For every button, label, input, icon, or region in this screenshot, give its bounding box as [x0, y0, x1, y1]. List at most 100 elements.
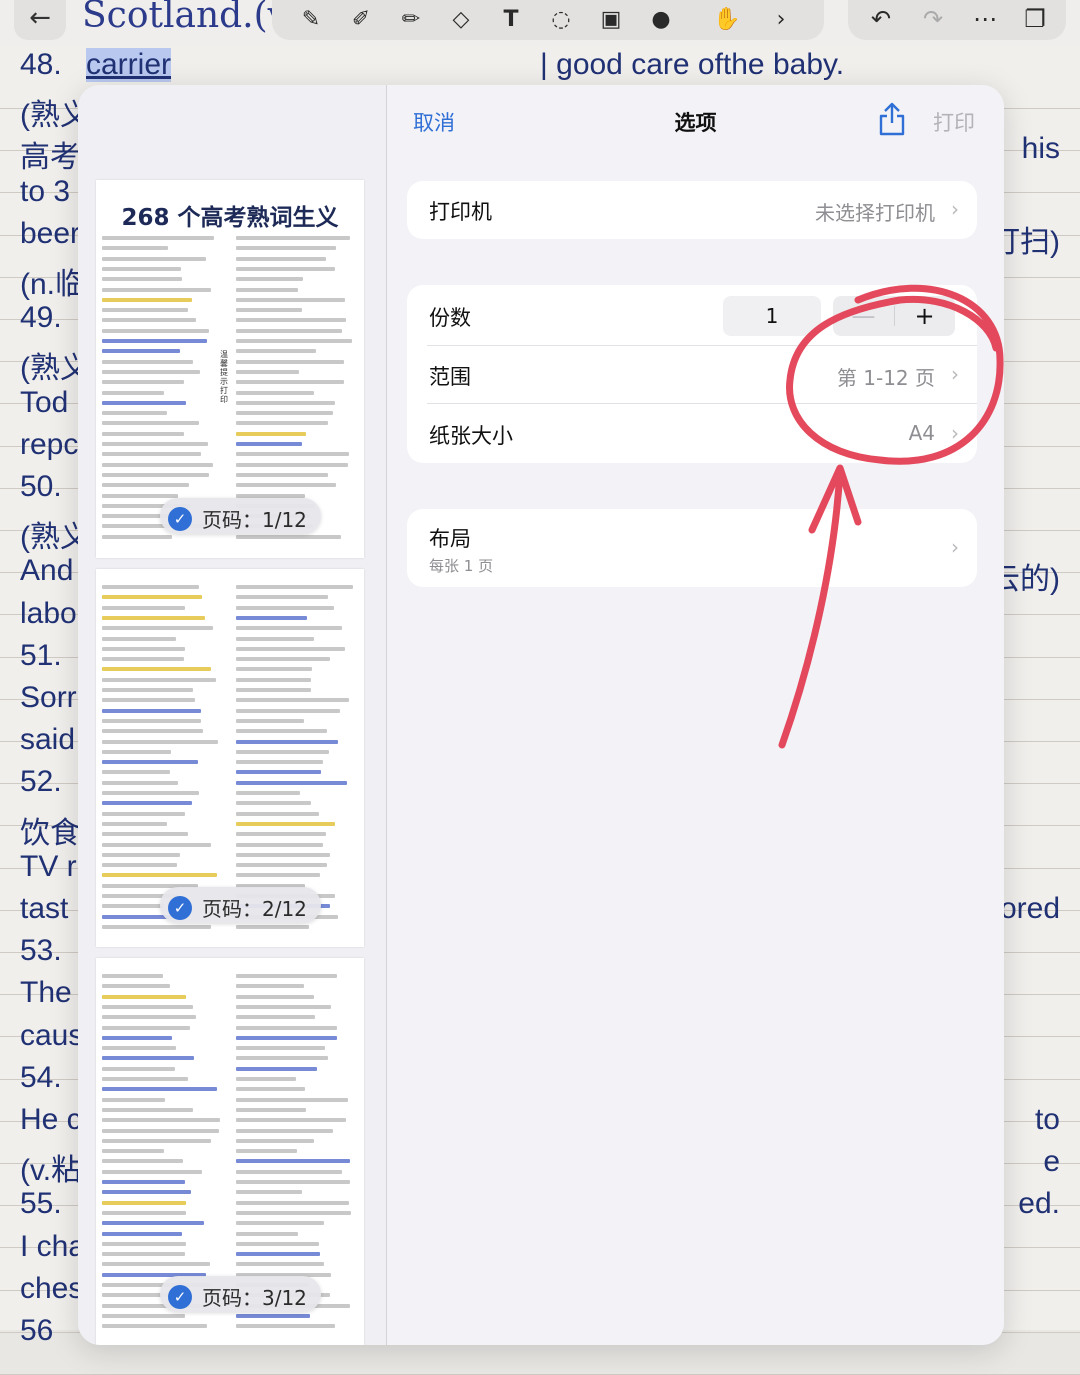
text-line	[236, 472, 329, 477]
text-line	[236, 1231, 299, 1236]
text-line	[236, 277, 304, 282]
text-line	[236, 1138, 315, 1143]
printer-row[interactable]: 打印机 未选择打印机 ›	[407, 181, 977, 239]
text-line	[102, 1077, 189, 1081]
text-line	[236, 708, 341, 713]
page-number-label: 页码：3/12	[202, 1286, 307, 1310]
more-tools-chevron-icon[interactable]: ›	[766, 6, 796, 34]
note-text-right: his	[1021, 132, 1060, 166]
text-line	[236, 431, 307, 436]
printer-value: 未选择打印机	[815, 201, 935, 225]
copies-stepper: — +	[833, 296, 955, 336]
note-text-left: 51.	[20, 638, 62, 672]
paper-size-row[interactable]: 纸张大小 A4 ›	[407, 403, 977, 463]
selected-check-icon[interactable]: ✓	[168, 895, 192, 920]
text-line	[102, 246, 169, 251]
text-line	[236, 246, 336, 251]
text-line	[102, 791, 199, 795]
text-line	[236, 328, 342, 333]
text-line	[102, 667, 212, 672]
page-thumbnail-3[interactable]: ✓ 页码：3/12	[96, 958, 364, 1345]
text-line	[102, 729, 204, 734]
text-line	[102, 832, 188, 837]
selected-check-icon[interactable]: ✓	[168, 1284, 192, 1309]
page-thumbnail-2[interactable]: ✓ 页码：2/12	[96, 569, 364, 947]
microphone-icon[interactable]: ●	[646, 6, 676, 34]
text-line	[236, 760, 324, 765]
back-button[interactable]: ←	[14, 0, 66, 40]
more-icon[interactable]: ⋯	[968, 4, 1002, 34]
text-line	[236, 605, 335, 610]
text-line	[236, 359, 345, 364]
text-line	[102, 493, 179, 498]
text-line	[102, 760, 199, 765]
text-line	[102, 462, 214, 467]
chevron-right-icon: ›	[951, 197, 959, 221]
text-line	[236, 1004, 332, 1009]
text-line	[102, 1200, 186, 1205]
text-line	[236, 832, 326, 837]
hand-icon[interactable]: ✋	[712, 6, 742, 34]
eraser-icon[interactable]: ◇	[446, 6, 476, 34]
decrement-button[interactable]: —	[833, 296, 894, 336]
text-line	[102, 801, 192, 806]
share-icon[interactable]	[877, 101, 907, 137]
print-options-modal: 268 个高考熟词生义 温馨提示打印 ✓ 页码：1/12 ✓ 页码：2/12 ✓ 页码…	[78, 85, 1004, 1345]
text-line	[102, 718, 202, 723]
text-line	[236, 483, 336, 488]
pen-icon[interactable]: ✎	[296, 6, 326, 34]
text-line	[102, 400, 186, 405]
text-line	[102, 1241, 187, 1246]
text-line	[102, 236, 215, 240]
text-line	[236, 1118, 347, 1123]
note-text-right: e	[1043, 1145, 1060, 1179]
lasso-icon[interactable]: ◌	[546, 6, 576, 34]
text-tool-icon[interactable]: T	[496, 6, 526, 34]
text-line	[102, 1066, 176, 1071]
selected-check-icon[interactable]: ✓	[168, 506, 192, 531]
text-line	[102, 770, 170, 775]
print-button[interactable]: 打印	[933, 107, 975, 137]
note-text-left: 49.	[20, 301, 62, 335]
page-thumbnail-1[interactable]: 268 个高考熟词生义 温馨提示打印 ✓ 页码：1/12	[96, 180, 364, 558]
page-number-label: 页码：2/12	[202, 897, 307, 921]
text-line	[236, 1015, 316, 1020]
note-text-left: 54.	[20, 1060, 62, 1094]
text-line	[236, 1128, 334, 1133]
text-line	[102, 359, 194, 364]
text-line	[102, 369, 200, 374]
increment-button[interactable]: +	[894, 296, 955, 336]
redo-icon[interactable]: ↷	[916, 4, 950, 34]
copies-value[interactable]: 1	[723, 296, 821, 336]
text-line	[102, 266, 181, 271]
text-line	[102, 863, 177, 868]
text-line	[236, 1097, 348, 1102]
text-line	[102, 411, 167, 416]
text-line	[102, 636, 177, 641]
marker-icon[interactable]: ✐	[346, 6, 376, 34]
highlighter-icon[interactable]: ✏	[396, 6, 426, 34]
note-text-left: 48.	[20, 48, 62, 81]
text-line	[236, 780, 348, 785]
text-line	[102, 297, 193, 302]
page-number-label: 页码：1/12	[202, 508, 307, 532]
layout-row[interactable]: 布局 每张 1 页 ›	[407, 509, 977, 587]
pages-icon[interactable]: ❐	[1018, 4, 1052, 34]
highlighted-word: carrier	[86, 48, 172, 82]
text-line	[236, 842, 324, 847]
text-line	[236, 994, 314, 999]
undo-icon[interactable]: ↶	[864, 4, 898, 34]
text-line	[236, 1056, 328, 1061]
text-line	[102, 657, 184, 662]
text-line	[102, 339, 208, 343]
text-line	[102, 483, 190, 488]
page-badge: ✓ 页码：1/12	[160, 498, 321, 534]
text-line	[236, 308, 303, 313]
image-icon[interactable]: ▣	[596, 6, 626, 34]
text-line	[236, 534, 341, 539]
text-line	[102, 1046, 177, 1051]
range-row[interactable]: 范围 第 1-12 页 ›	[407, 345, 977, 403]
text-line	[236, 390, 314, 395]
text-line	[102, 277, 182, 282]
text-line	[236, 646, 345, 651]
